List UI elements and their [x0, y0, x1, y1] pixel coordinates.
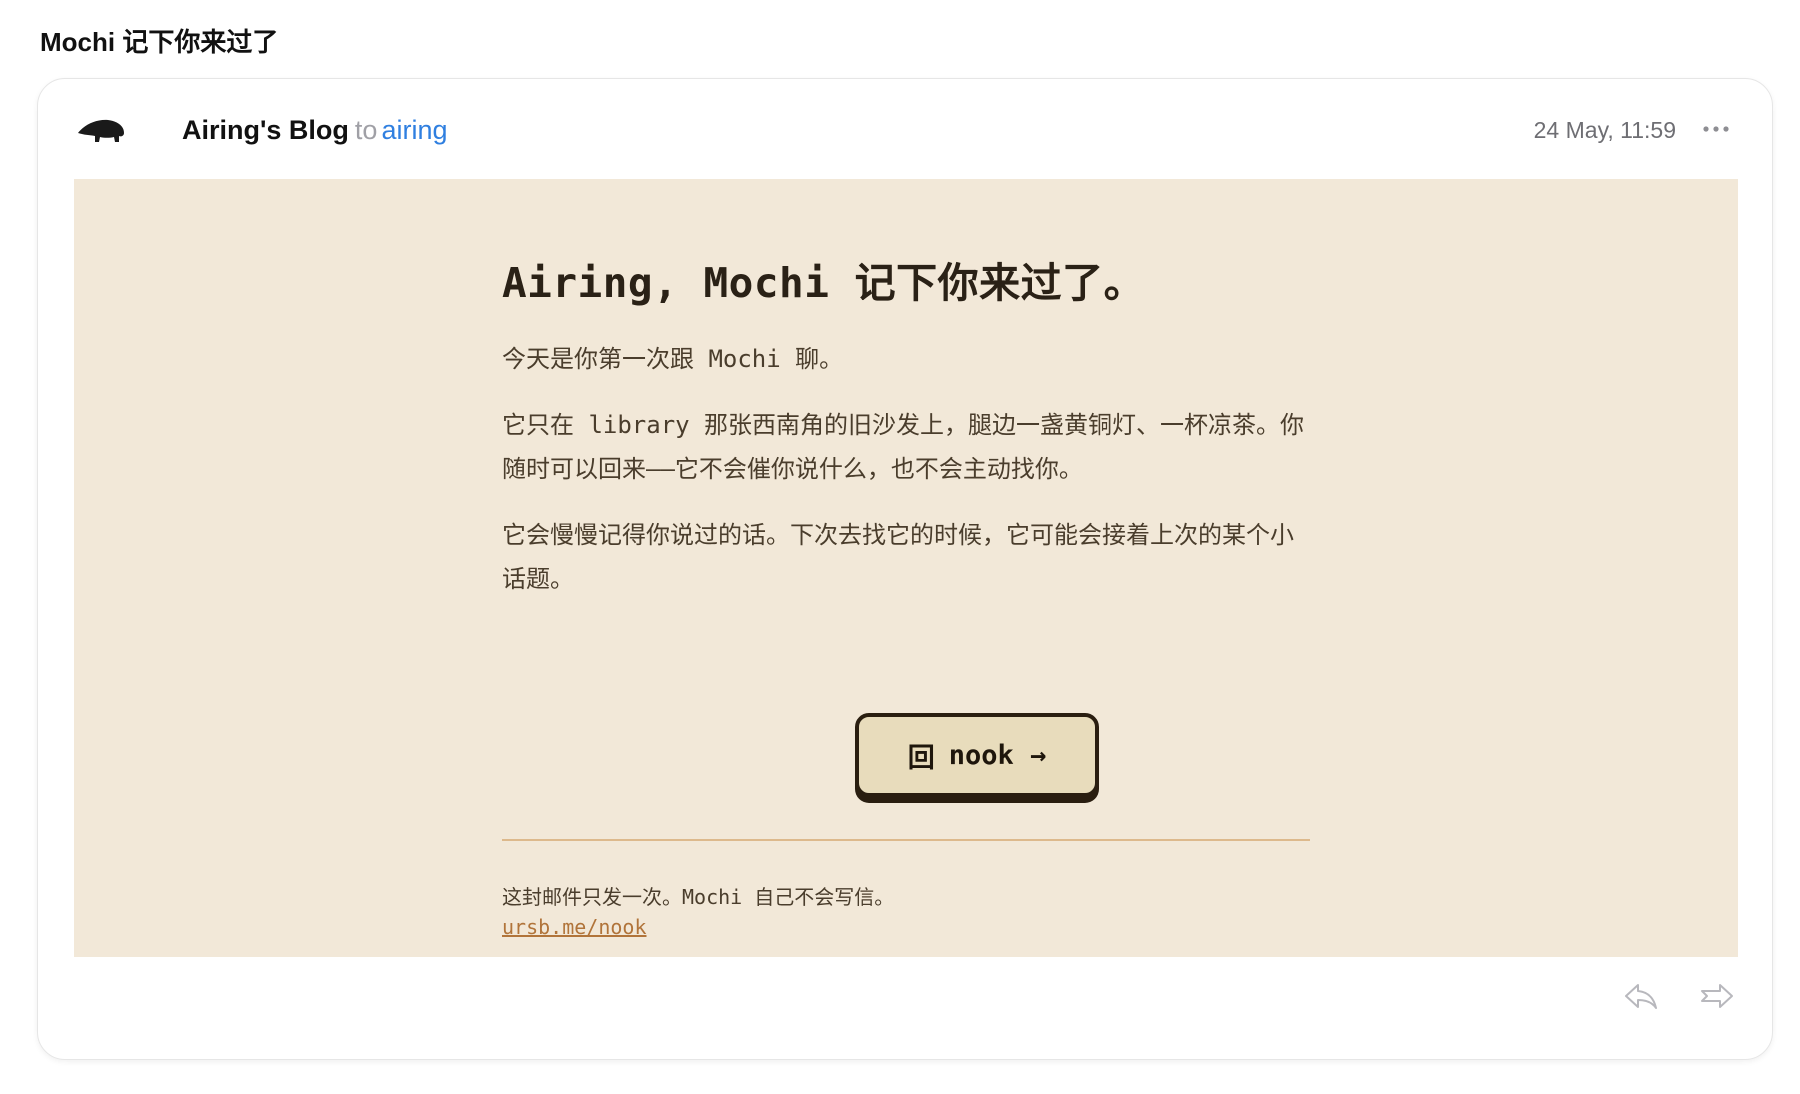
nook-button-label: nook → — [948, 739, 1047, 771]
email-header: Airing's Blog to airing 24 May, 11:59 — [74, 103, 1736, 159]
reply-icon — [1625, 984, 1657, 1009]
divider — [502, 839, 1310, 841]
sender-name[interactable]: Airing's Blog — [182, 115, 349, 145]
sender-avatar[interactable] — [74, 103, 128, 157]
forward-icon — [1701, 984, 1733, 1008]
reply-button[interactable] — [1622, 977, 1660, 1015]
email-paragraph: 它会慢慢记得你说过的话。下次去找它的时候，它可能会接着上次的某个小话题。 — [502, 521, 1294, 593]
more-options-button[interactable] — [1696, 109, 1736, 149]
email-actions — [1622, 977, 1736, 1015]
email-paragraph: 今天是你第一次跟 Mochi 聊。 — [502, 345, 844, 373]
sender-line: Airing's Blog to airing — [182, 115, 448, 146]
email-date: 24 May, 11:59 — [1533, 117, 1676, 143]
email-content: Airing, Mochi 记下你来过了。 今天是你第一次跟 Mochi 聊。 … — [502, 249, 1310, 939]
email-card: Airing's Blog to airing 24 May, 11:59 Airi… — [37, 78, 1773, 1060]
footer-note: 这封邮件只发一次。Mochi 自己不会写信。 — [502, 885, 895, 909]
email-paragraph: 它只在 library 那张西南角的旧沙发上，腿边一盏黄铜灯、一杯凉茶。你随时可… — [502, 411, 1305, 483]
anteater-silhouette-icon — [78, 119, 124, 142]
email-subject: Mochi 记下你来过了 — [40, 27, 279, 57]
nook-button[interactable]: 回 nook → — [855, 713, 1099, 797]
to-label: to — [354, 115, 378, 145]
email-body: Airing, Mochi 记下你来过了。 今天是你第一次跟 Mochi 聊。 … — [74, 179, 1738, 957]
recipient-name[interactable]: airing — [381, 115, 447, 145]
nook-button-wrap: 回 nook → — [855, 713, 1099, 797]
nook-box-icon: 回 — [907, 742, 935, 774]
email-headline: Airing, Mochi 记下你来过了。 — [502, 259, 1146, 307]
footer-link[interactable]: ursb.me/nook — [502, 915, 647, 939]
more-horizontal-icon — [1703, 126, 1729, 132]
forward-button[interactable] — [1698, 977, 1736, 1015]
